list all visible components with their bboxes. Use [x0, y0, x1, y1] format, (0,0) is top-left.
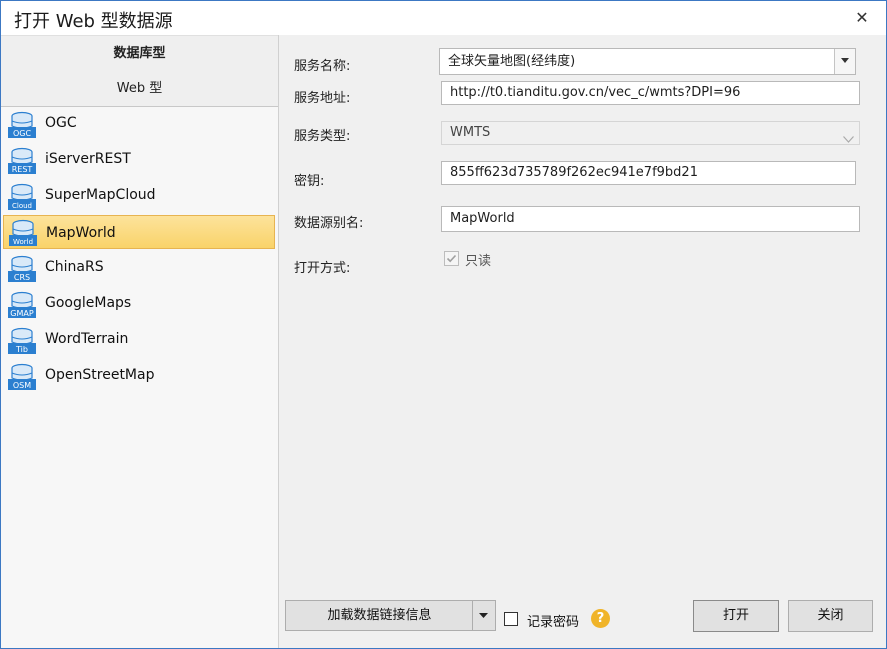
remember-password-label: 记录密码 [527, 615, 580, 630]
list-item-label: OGC [45, 115, 77, 131]
service-name-combo[interactable]: 全球矢量地图(经纬度) [439, 48, 856, 75]
service-name-label: 服务名称: [294, 59, 351, 74]
list-item-label: GoogleMaps [45, 295, 132, 311]
svg-text:World: World [13, 238, 33, 246]
service-type-combo: WMTS [441, 121, 860, 145]
source-type-panel: 数据库型 Web 型 OGC OGC REST iServerREST Cloud Sup… [1, 35, 279, 648]
group-database[interactable]: 数据库型 [1, 35, 278, 72]
list-item-ogc[interactable]: OGC OGC [1, 107, 278, 141]
remember-password-checkbox[interactable] [504, 612, 518, 626]
list-item-wordterrain[interactable]: Tib WordTerrain [1, 323, 278, 357]
list-item-mapworld[interactable]: World MapWorld [3, 215, 275, 249]
alias-label: 数据源别名: [294, 216, 364, 231]
svg-text:Cloud: Cloud [12, 202, 32, 210]
list-item-label: OpenStreetMap [45, 367, 155, 383]
list-item-label: iServerREST [45, 151, 131, 167]
close-button[interactable]: 关闭 [788, 600, 873, 632]
service-type-value: WMTS [450, 125, 491, 140]
service-name-value: 全球矢量地图(经纬度) [448, 54, 576, 69]
open-button[interactable]: 打开 [693, 600, 779, 632]
window-title: 打开 Web 型数据源 [14, 11, 173, 32]
alias-input[interactable]: MapWorld [441, 206, 860, 232]
database-rest-icon: REST [7, 147, 37, 175]
svg-text:REST: REST [12, 165, 33, 174]
database-tib-icon: Tib [7, 327, 37, 355]
readonly-label: 只读 [465, 254, 492, 269]
list-item-label: WordTerrain [45, 331, 129, 347]
database-cloud-icon: Cloud [7, 183, 37, 211]
service-url-label: 服务地址: [294, 91, 351, 106]
check-icon [444, 251, 459, 266]
svg-text:CRS: CRS [14, 273, 30, 282]
list-item-label: ChinaRS [45, 259, 104, 275]
svg-text:GMAP: GMAP [10, 309, 34, 318]
group-web[interactable]: Web 型 [1, 71, 278, 107]
chevron-down-icon[interactable] [834, 49, 855, 74]
svg-text:Tib: Tib [15, 345, 28, 354]
chevron-down-icon[interactable] [472, 601, 495, 630]
list-item-supermapcloud[interactable]: Cloud SuperMapCloud [1, 179, 278, 213]
help-icon[interactable]: ? [591, 609, 610, 628]
database-world-icon: World [8, 219, 38, 247]
title-bar: 打开 Web 型数据源 ✕ [1, 1, 886, 35]
svg-text:OSM: OSM [13, 381, 31, 390]
list-item-openstreetmap[interactable]: OSM OpenStreetMap [1, 359, 278, 393]
list-item-label: SuperMapCloud [45, 187, 156, 203]
service-type-label: 服务类型: [294, 129, 351, 144]
key-input[interactable]: 855ff623d735789f262ec941e7f9bd21 [441, 161, 856, 185]
service-url-input[interactable]: http://t0.tianditu.gov.cn/vec_c/wmts?DPI… [441, 81, 860, 105]
load-connection-button[interactable]: 加载数据链接信息 [285, 600, 496, 631]
database-osm-icon: OSM [7, 363, 37, 391]
list-item-label: MapWorld [46, 225, 116, 241]
chevron-down-icon [843, 129, 854, 144]
list-item-chinars[interactable]: CRS ChinaRS [1, 251, 278, 285]
close-icon[interactable]: ✕ [850, 7, 874, 29]
list-item-googlemaps[interactable]: GMAP GoogleMaps [1, 287, 278, 321]
list-item-iserverrest[interactable]: REST iServerREST [1, 143, 278, 177]
open-mode-label: 打开方式: [294, 261, 351, 276]
load-connection-label[interactable]: 加载数据链接信息 [286, 601, 473, 630]
svg-text:OGC: OGC [13, 129, 31, 138]
database-gmap-icon: GMAP [7, 291, 37, 319]
database-ogc-icon: OGC [7, 111, 37, 139]
web-source-list: OGC OGC REST iServerREST Cloud SuperMapCloud W… [1, 107, 278, 395]
key-label: 密钥: [294, 174, 325, 189]
database-crs-icon: CRS [7, 255, 37, 283]
